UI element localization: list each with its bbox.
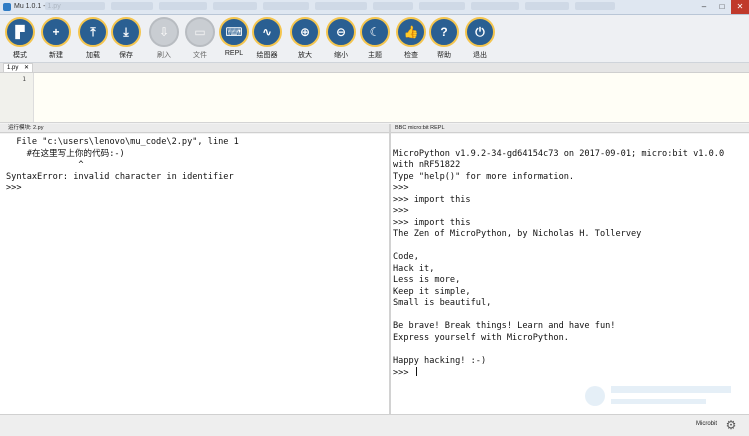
tab-1-py[interactable]: 1.py ✕: [3, 63, 33, 72]
help-button[interactable]: ? 帮助: [428, 17, 460, 61]
console-line: Happy hacking! :-): [393, 355, 487, 366]
app-icon: [3, 3, 11, 11]
status-bar: Microbit ⚙: [0, 414, 749, 436]
download-icon: ⤓: [111, 17, 141, 47]
zoom-out-icon: ⊖: [326, 17, 356, 47]
mode-indicator[interactable]: Microbit: [696, 421, 717, 427]
repl-prompt-line[interactable]: >>>: [393, 367, 749, 379]
mode-button[interactable]: ▛ 模式: [4, 17, 36, 61]
zoom-in-icon: ⊕: [290, 17, 320, 47]
toolbar-button-label: 加载: [86, 52, 100, 59]
toolbar-button-label: 退出: [473, 52, 487, 59]
text-cursor: [415, 367, 417, 376]
runner-output-pane[interactable]: File "c:\users\lenovo\mu_code\2.py", lin…: [0, 134, 389, 414]
zoom-out-button[interactable]: ⊖ 缩小: [325, 17, 357, 61]
upload-icon: ⤒: [78, 17, 108, 47]
console-line: >>>: [6, 183, 27, 193]
console-line: Hack it,: [393, 263, 435, 274]
close-tab-icon[interactable]: ✕: [24, 64, 29, 73]
repl-pane-header: BBC micro:bit REPL: [391, 124, 749, 133]
console-line: Be brave! Break things! Learn and have f…: [393, 321, 616, 331]
load-button[interactable]: ⤒ 加载: [77, 17, 109, 61]
console-line: #在这里写上你的代码:-): [6, 148, 125, 159]
title-bar: Mu 1.0.1 - 1.py – □ ✕: [0, 0, 749, 15]
repl-button[interactable]: ⌨ REPL: [218, 17, 250, 61]
toolbar-button-label: REPL: [224, 50, 244, 57]
power-icon: ⏻: [465, 17, 495, 47]
repl-pane-title: BBC micro:bit REPL: [395, 125, 445, 131]
console-line: >>>: [393, 183, 414, 193]
maximize-button[interactable]: □: [713, 0, 731, 14]
toolbar-button-label: 保存: [119, 52, 133, 59]
keyboard-icon: ⌨: [219, 17, 249, 47]
toolbar-button-label: 帮助: [437, 52, 451, 59]
watermark-logo: [585, 386, 731, 406]
line-number: 1: [22, 76, 26, 83]
console-line: Express yourself with MicroPython.: [393, 332, 569, 343]
minimize-button[interactable]: –: [695, 0, 713, 14]
repl-prompt: >>>: [393, 368, 414, 378]
thumbs-up-icon: 👍: [396, 17, 426, 47]
browser-tabs-background: [45, 2, 685, 12]
console-line: Type "help()" for more information.: [393, 171, 575, 182]
console-line: SyntaxError: invalid character in identi…: [6, 171, 234, 182]
pulse-icon: ∿: [252, 17, 282, 47]
toolbar-button-label: 检查: [404, 52, 418, 59]
console-line: Less is more,: [393, 275, 461, 285]
toolbar-button-label: 新建: [49, 52, 63, 59]
files-button[interactable]: ▭ 文件: [184, 17, 216, 61]
theme-button[interactable]: ☾ 主题: [359, 17, 391, 61]
toolbar-button-label: 文件: [193, 52, 207, 59]
line-number-gutter: 1: [0, 73, 34, 122]
toolbar-button-label: 绘图器: [256, 52, 278, 59]
code-editor[interactable]: 1: [0, 73, 749, 123]
console-line: Small is beautiful,: [393, 298, 492, 308]
console-line: The Zen of MicroPython, by Nicholas H. T…: [393, 229, 642, 239]
repl-console[interactable]: MicroPython v1.9.2-34-gd64154c73 on 2017…: [391, 134, 749, 414]
save-button[interactable]: ⤓ 保存: [110, 17, 142, 61]
console-line: File "c:\users\lenovo\mu_code\2.py", lin…: [6, 137, 239, 147]
quit-button[interactable]: ⏻ 退出: [464, 17, 496, 61]
toolbar-button-label: 刷入: [157, 52, 171, 59]
runner-pane-header: 运行模块: 2.py: [0, 124, 389, 133]
flash-button[interactable]: ⇩ 刷入: [148, 17, 180, 61]
console-line: MicroPython v1.9.2-34-gd64154c73 on 2017…: [393, 148, 725, 159]
console-line: >>> import this: [393, 217, 471, 228]
console-line: ^: [6, 160, 84, 170]
console-line: >>> import this: [393, 194, 471, 205]
plus-icon: +: [41, 17, 71, 47]
toolbar-button-label: 模式: [13, 52, 27, 59]
tab-label: 1.py: [7, 65, 19, 71]
moon-icon: ☾: [360, 17, 390, 47]
editor-tab-strip: 1.py ✕: [0, 63, 749, 73]
gear-icon[interactable]: ⚙: [725, 419, 737, 431]
console-line: Code,: [393, 252, 419, 262]
runner-pane-title: 运行模块: 2.py: [8, 125, 44, 131]
question-icon: ?: [429, 17, 459, 47]
zoom-in-button[interactable]: ⊕ 放大: [289, 17, 321, 61]
mode-icon: ▛: [5, 17, 35, 47]
files-icon: ▭: [185, 17, 215, 47]
toolbar: ▛ 模式 + 新建 ⤒ 加载 ⤓ 保存 ⇩ 刷入 ▭ 文件 ⌨ REPL ∿ 绘图器 ⊕ 放大 ⊖ 缩小 ☾ 主题 👍 检查?…: [0, 15, 749, 63]
flash-icon: ⇩: [149, 17, 179, 47]
toolbar-button-label: 缩小: [334, 52, 348, 59]
plotter-button[interactable]: ∿ 绘图器: [251, 17, 283, 61]
toolbar-button-label: 主题: [368, 52, 382, 59]
check-button[interactable]: 👍 检查: [395, 17, 427, 61]
console-line: Keep it simple,: [393, 286, 471, 297]
console-line: >>>: [393, 206, 414, 216]
close-window-button[interactable]: ✕: [731, 0, 749, 14]
toolbar-button-label: 放大: [298, 52, 312, 59]
console-line: with nRF51822: [393, 160, 461, 170]
new-button[interactable]: + 新建: [40, 17, 72, 61]
